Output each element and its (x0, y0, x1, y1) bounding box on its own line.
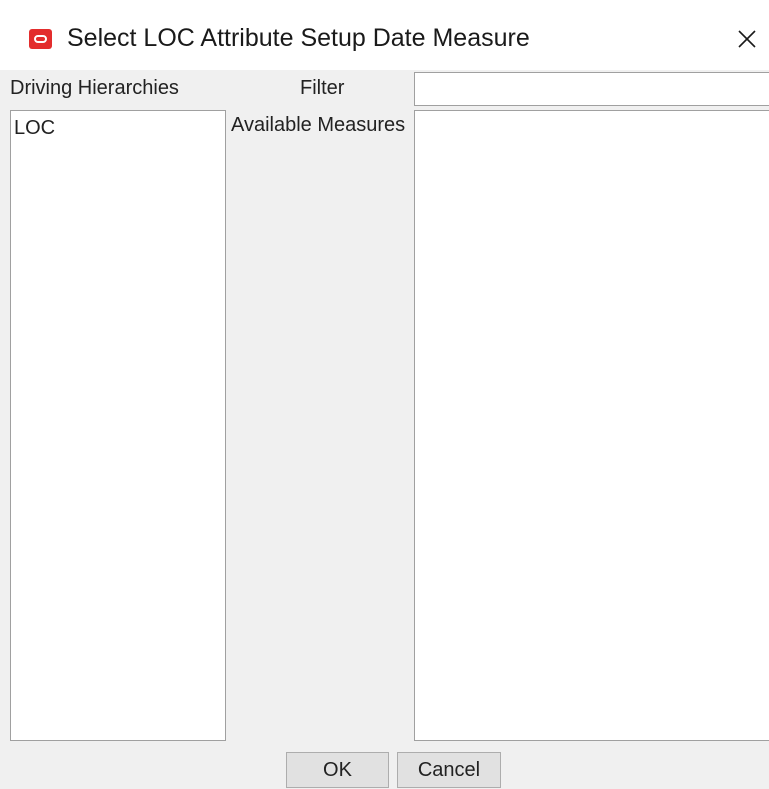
driving-hierarchies-list[interactable]: LOC (10, 110, 226, 741)
filter-input[interactable] (414, 72, 769, 106)
list-item-loc[interactable]: LOC (14, 117, 55, 140)
cancel-button[interactable]: Cancel (397, 752, 501, 788)
oracle-icon (29, 29, 52, 49)
available-measures-list[interactable] (414, 110, 769, 741)
close-icon (738, 30, 756, 48)
select-measure-dialog: Select LOC Attribute Setup Date Measure … (0, 0, 769, 789)
driving-hierarchies-label: Driving Hierarchies (10, 77, 179, 99)
dialog-content: Driving Hierarchies LOC Filter Available… (0, 70, 769, 789)
available-measures-label: Available Measures (231, 114, 406, 136)
ok-button[interactable]: OK (286, 752, 389, 788)
close-button[interactable] (722, 17, 769, 61)
dialog-title: Select LOC Attribute Setup Date Measure (67, 24, 530, 52)
filter-label: Filter (300, 77, 345, 99)
title-bar: Select LOC Attribute Setup Date Measure (0, 0, 769, 70)
